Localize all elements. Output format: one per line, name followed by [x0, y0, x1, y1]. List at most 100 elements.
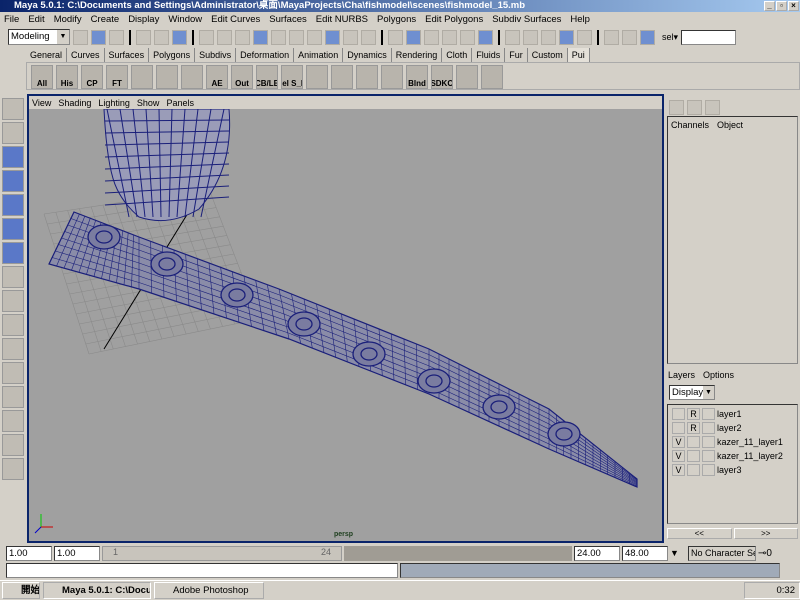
maximize-button[interactable]: ▫	[776, 1, 787, 11]
reference-toggle[interactable]: R	[687, 422, 700, 434]
shelf-button-icon[interactable]: mel S_Hi	[281, 65, 303, 89]
menu-edit-nurbs[interactable]: Edit NURBS	[316, 14, 368, 25]
toolbar-tool-icon[interactable]	[604, 29, 619, 45]
toolbar-tool-icon[interactable]	[199, 29, 214, 45]
shelf-button-icon[interactable]: His	[56, 65, 78, 89]
view-menu-panels[interactable]: Panels	[166, 98, 194, 108]
tool-settings-icon[interactable]	[705, 100, 720, 115]
tab-fur[interactable]: Fur	[505, 48, 528, 62]
toolbox-tool-icon[interactable]	[2, 194, 24, 216]
toolbox-tool-icon[interactable]	[2, 314, 24, 336]
toolbar-tool-icon[interactable]	[478, 29, 493, 45]
toolbar-tool-icon[interactable]	[271, 29, 286, 45]
layer-row[interactable]: Rlayer1	[672, 407, 797, 421]
shelf-button-icon[interactable]: CP	[81, 65, 103, 89]
menu-subdiv-surfaces[interactable]: Subdiv Surfaces	[492, 14, 561, 25]
menu-edit-polygons[interactable]: Edit Polygons	[425, 14, 483, 25]
toolbar-tool-icon[interactable]	[388, 29, 403, 45]
toolbar-tool-icon[interactable]	[505, 29, 520, 45]
color-swatch[interactable]	[702, 436, 715, 448]
layer-row[interactable]: Vkazer_11_layer2	[672, 449, 797, 463]
shelf-button-icon[interactable]	[456, 65, 478, 89]
toolbar-tool-icon[interactable]	[91, 29, 106, 45]
menu-help[interactable]: Help	[570, 14, 590, 25]
reference-toggle[interactable]	[687, 450, 700, 462]
shelf-button-icon[interactable]: FT	[106, 65, 128, 89]
toolbar-tool-icon[interactable]	[235, 29, 250, 45]
chevron-down-icon[interactable]: ▼	[57, 30, 69, 44]
tab-dynamics[interactable]: Dynamics	[343, 48, 392, 62]
color-swatch[interactable]	[702, 408, 715, 420]
close-button[interactable]: ×	[788, 1, 799, 11]
shelf-button-icon[interactable]	[306, 65, 328, 89]
toolbar-tool-icon[interactable]	[406, 29, 421, 45]
toolbar-tool-icon[interactable]	[361, 29, 376, 45]
task-maya[interactable]: Maya 5.0.1: C:\Docum...	[43, 582, 151, 599]
channel-box-icon[interactable]	[669, 100, 684, 115]
chevron-down-icon[interactable]: ▼	[703, 386, 714, 399]
shelf-button-icon[interactable]	[356, 65, 378, 89]
visibility-toggle[interactable]: V	[672, 464, 685, 476]
visibility-toggle[interactable]	[672, 422, 685, 434]
toolbar-tool-icon[interactable]	[154, 29, 169, 45]
shelf-button-icon[interactable]: CB/LE	[256, 65, 278, 89]
toolbox-tool-icon[interactable]	[2, 122, 24, 144]
charset-arrow-icon[interactable]: ▼	[670, 548, 686, 558]
tab-cloth[interactable]: Cloth	[442, 48, 473, 62]
shelf-button-icon[interactable]	[481, 65, 503, 89]
reference-toggle[interactable]: R	[687, 408, 700, 420]
toolbox-tool-icon[interactable]	[2, 362, 24, 384]
shelf-button-icon[interactable]: All	[31, 65, 53, 89]
toolbox-tool-icon[interactable]	[2, 266, 24, 288]
tab-curves[interactable]: Curves	[67, 48, 105, 62]
toolbar-tool-icon[interactable]	[289, 29, 304, 45]
toolbar-tool-icon[interactable]	[73, 29, 88, 45]
color-swatch[interactable]	[702, 422, 715, 434]
menu-create[interactable]: Create	[91, 14, 120, 25]
minimize-button[interactable]: _	[764, 1, 775, 11]
visibility-toggle[interactable]: V	[672, 436, 685, 448]
menu-edit-curves[interactable]: Edit Curves	[211, 14, 260, 25]
tab-animation[interactable]: Animation	[294, 48, 344, 62]
tab-surfaces[interactable]: Surfaces	[104, 48, 150, 62]
tab-general[interactable]: General	[26, 48, 68, 62]
options-menu[interactable]: Options	[703, 370, 734, 380]
toolbox-tool-icon[interactable]	[2, 242, 24, 264]
next-layer-button[interactable]: >>	[733, 528, 798, 539]
toolbox-tool-icon[interactable]	[2, 170, 24, 192]
toolbar-tool-icon[interactable]	[460, 29, 475, 45]
toolbar-tool-icon[interactable]	[109, 29, 124, 45]
shelf-button-icon[interactable]	[156, 65, 178, 89]
start-button[interactable]: 開始	[2, 582, 40, 599]
selection-field[interactable]	[681, 29, 737, 45]
shelf-button-icon[interactable]	[181, 65, 203, 89]
channels-menu[interactable]: Channels	[671, 120, 709, 130]
toolbar-tool-icon[interactable]	[523, 29, 538, 45]
toolbar-tool-icon[interactable]	[541, 29, 556, 45]
toolbar-tool-icon[interactable]	[172, 29, 187, 45]
object-menu[interactable]: Object	[717, 120, 743, 130]
reference-toggle[interactable]	[687, 464, 700, 476]
tab-deformation[interactable]: Deformation	[236, 48, 295, 62]
toolbox-tool-icon[interactable]	[2, 338, 24, 360]
scene-view[interactable]	[29, 108, 662, 541]
view-menu-view[interactable]: View	[32, 98, 51, 108]
toolbar-tool-icon[interactable]	[307, 29, 322, 45]
end-time-field[interactable]: 24.00	[574, 545, 620, 561]
menu-window[interactable]: Window	[168, 14, 202, 25]
start-time-field[interactable]: 1.00	[6, 545, 52, 561]
character-set-field[interactable]: No Character Set	[688, 545, 756, 561]
command-line[interactable]	[6, 563, 398, 578]
color-swatch[interactable]	[702, 450, 715, 462]
toolbar-tool-icon[interactable]	[640, 29, 655, 45]
toolbox-tool-icon[interactable]	[2, 434, 24, 456]
tab-custom[interactable]: Custom	[527, 48, 568, 62]
menu-surfaces[interactable]: Surfaces	[269, 14, 307, 25]
toolbar-tool-icon[interactable]	[577, 29, 592, 45]
attribute-editor-icon[interactable]	[687, 100, 702, 115]
toolbar-tool-icon[interactable]	[442, 29, 457, 45]
visibility-toggle[interactable]	[672, 408, 685, 420]
toolbox-tool-icon[interactable]	[2, 146, 24, 168]
shelf-button-icon[interactable]	[331, 65, 353, 89]
toolbar-tool-icon[interactable]	[253, 29, 268, 45]
